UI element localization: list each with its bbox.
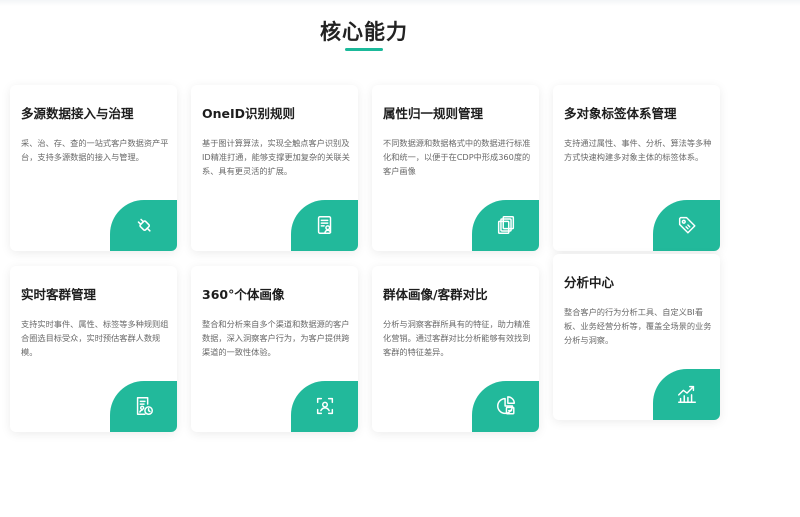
- card-title: 实时客群管理: [21, 287, 97, 302]
- card-description: 整合和分析来自多个渠道和数据源的客户数据，深入洞察客户行为，为客户提供跨渠道的一…: [202, 319, 350, 357]
- card-icon-badge: [110, 381, 177, 432]
- top-shade: [0, 0, 800, 6]
- capability-card-tag-system[interactable]: 多对象标签体系管理 支持通过属性、事件、分析、算法等多种方式快速构建多对象主体的…: [553, 85, 720, 251]
- card-title: 多源数据接入与治理: [21, 106, 134, 121]
- plug-icon: [137, 218, 151, 232]
- card-description: 支持实时事件、属性、标签等多种规则组合圈选目标受众，实时预估客群人数规模。: [21, 319, 169, 357]
- core-capabilities-page: 核心能力 多源数据接入与治理 采、治、存、查的一站式客户数据资产平台，支持多源数…: [0, 0, 800, 517]
- card-icon-badge: [472, 381, 539, 432]
- card-title: 多对象标签体系管理: [564, 106, 677, 121]
- title-underline: [345, 48, 383, 51]
- card-title: OneID识别规则: [202, 106, 296, 121]
- card-icon-badge: [653, 369, 720, 420]
- card-icon-badge: [291, 381, 358, 432]
- card-icon-badge: [653, 200, 720, 251]
- capability-card-realtime-segment[interactable]: 实时客群管理 支持实时事件、属性、标签等多种规则组合圈选目标受众，实时预估客群人…: [10, 266, 177, 432]
- card-title: 分析中心: [564, 275, 615, 290]
- card-description: 基于图计算算法，实现全触点客户识别及ID精准打通，能够支撑更加复杂的关联关系、具…: [202, 138, 350, 176]
- capability-card-oneid[interactable]: OneID识别规则 基于图计算算法，实现全触点客户识别及ID精准打通，能够支撑更…: [191, 85, 358, 251]
- capability-card-group-portrait[interactable]: 群体画像/客群对比 分析与洞察客群所具有的特征，助力精准化营销。通过客群对比分析…: [372, 266, 539, 432]
- section-title: 核心能力: [320, 20, 408, 44]
- card-title: 360°个体画像: [202, 287, 285, 302]
- pie-compare-icon: [497, 396, 515, 415]
- card-icon-badge: [472, 200, 539, 251]
- card-description: 整合客户的行为分析工具、自定义BI看板、业务经营分析等，覆盖全场景的业务分析与洞…: [564, 307, 712, 345]
- card-description: 支持通过属性、事件、分析、算法等多种方式快速构建多对象主体的标签体系。: [564, 138, 712, 162]
- tag-icon: [678, 216, 696, 234]
- card-description: 不同数据源和数据格式中的数据进行标准化和统一，以便于在CDP中形成360度的客户…: [383, 138, 531, 176]
- capability-card-analysis-center[interactable]: 分析中心 整合客户的行为分析工具、自定义BI看板、业务经营分析等，覆盖全场景的业…: [553, 254, 720, 420]
- trend-chart-icon: [678, 385, 696, 403]
- card-description: 采、治、存、查的一站式客户数据资产平台，支持多源数据的接入与管理。: [21, 138, 169, 162]
- face-scan-icon: [316, 397, 334, 415]
- capability-card-individual-portrait[interactable]: 360°个体画像 整合和分析来自多个渠道和数据源的客户数据，深入洞察客户行为，为…: [191, 266, 358, 432]
- document-clock-icon: [136, 397, 153, 415]
- card-icon-badge: [291, 200, 358, 251]
- id-card-icon: [317, 216, 332, 234]
- card-title: 属性归一规则管理: [383, 106, 484, 121]
- card-description: 分析与洞察客群所具有的特征，助力精准化营销。通过客群对比分析能够有效找到客群的特…: [383, 319, 531, 357]
- capability-card-attribute-normalization[interactable]: 属性归一规则管理 不同数据源和数据格式中的数据进行标准化和统一，以便于在CDP中…: [372, 85, 539, 251]
- capability-card-data-ingestion[interactable]: 多源数据接入与治理 采、治、存、查的一站式客户数据资产平台，支持多源数据的接入与…: [10, 85, 177, 251]
- layers-icon: [497, 216, 515, 234]
- card-icon-badge: [110, 200, 177, 251]
- card-title: 群体画像/客群对比: [383, 287, 488, 302]
